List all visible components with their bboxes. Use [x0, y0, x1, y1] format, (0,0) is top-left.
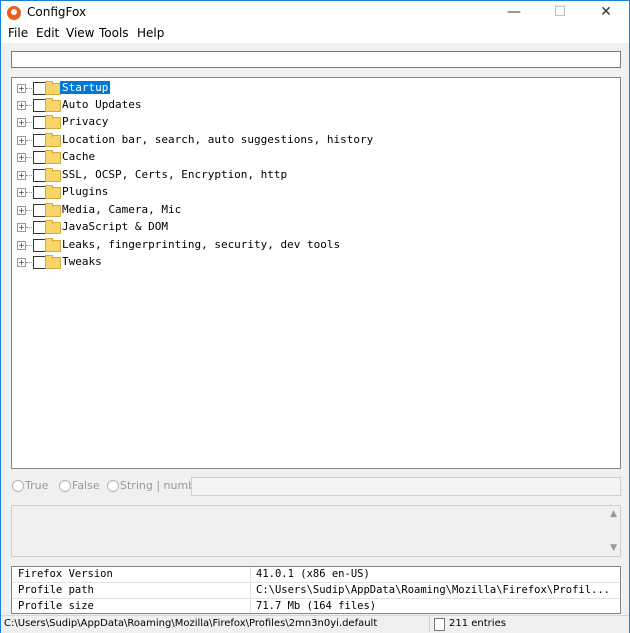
expand-icon[interactable]: + — [17, 84, 26, 93]
info-key: Profile path — [18, 584, 94, 596]
info-row: Profile size 71.7 Mb (164 files) — [12, 599, 620, 613]
maximize-button[interactable]: ☐ — [537, 1, 583, 25]
folder-icon — [45, 185, 61, 199]
expand-icon[interactable]: + — [17, 223, 26, 232]
radio-true[interactable] — [12, 480, 24, 492]
tree-item-label[interactable]: Media, Camera, Mic — [60, 203, 183, 216]
info-key: Firefox Version — [18, 568, 113, 580]
expand-icon[interactable]: + — [17, 171, 26, 180]
menu-edit[interactable]: Edit — [36, 26, 59, 40]
status-separator — [429, 617, 430, 631]
info-value: 71.7 Mb (164 files) — [256, 600, 377, 612]
scroll-up-icon[interactable]: ▲ — [610, 509, 617, 519]
tree-item-label[interactable]: JavaScript & DOM — [60, 220, 170, 233]
info-key: Profile size — [18, 600, 94, 612]
info-row: Profile path C:\Users\Sudip\AppData\Roam… — [12, 583, 620, 599]
minimize-button[interactable]: — — [491, 1, 537, 25]
status-bar: C:\Users\Sudip\AppData\Roaming\Mozilla\F… — [1, 615, 629, 633]
menu-help[interactable]: Help — [137, 26, 164, 40]
folder-icon — [45, 220, 61, 234]
folder-icon — [45, 81, 61, 95]
tree-item-label[interactable]: Plugins — [60, 185, 110, 198]
status-entries: 211 entries — [449, 618, 506, 629]
folder-icon — [45, 203, 61, 217]
folder-icon — [45, 255, 61, 269]
close-button[interactable]: ✕ — [583, 1, 629, 25]
tree-item-label[interactable]: Location bar, search, auto suggestions, … — [60, 133, 375, 146]
tree-item-label[interactable]: Auto Updates — [60, 98, 143, 111]
menu-tools[interactable]: Tools — [99, 26, 129, 40]
info-table: Firefox Version 41.0.1 (x86 en-US) Profi… — [11, 566, 621, 614]
tree-item-label[interactable]: Leaks, fingerprinting, security, dev too… — [60, 238, 342, 251]
info-row: Firefox Version 41.0.1 (x86 en-US) — [12, 567, 620, 583]
radio-string[interactable] — [107, 480, 119, 492]
menu-file[interactable]: File — [8, 26, 28, 40]
scroll-down-icon[interactable]: ▼ — [610, 543, 617, 553]
menu-view[interactable]: View — [66, 26, 94, 40]
expand-icon[interactable]: + — [17, 241, 26, 250]
expand-icon[interactable]: + — [17, 136, 26, 145]
radio-false[interactable] — [59, 480, 71, 492]
search-input[interactable] — [11, 51, 621, 68]
expand-icon[interactable]: + — [17, 188, 26, 197]
value-editor: True False String | number: — [11, 477, 621, 497]
info-value: 41.0.1 (x86 en-US) — [256, 568, 370, 580]
expand-icon[interactable]: + — [17, 153, 26, 162]
folder-icon — [45, 168, 61, 182]
column-separator — [250, 567, 251, 582]
document-icon — [434, 618, 445, 631]
info-value: C:\Users\Sudip\AppData\Roaming\Mozilla\F… — [256, 584, 611, 596]
settings-tree[interactable]: + Startup + Auto Updates + Privacy + Loc… — [11, 77, 621, 469]
status-profile-path: C:\Users\Sudip\AppData\Roaming\Mozilla\F… — [4, 618, 378, 629]
column-separator — [250, 599, 251, 613]
description-box: ▲ ▼ — [11, 505, 621, 557]
configfox-window: ConfigFox — ☐ ✕ File Edit View Tools Hel… — [0, 0, 630, 633]
folder-icon — [45, 98, 61, 112]
window-title: ConfigFox — [27, 5, 87, 19]
menu-bar: File Edit View Tools Help — [1, 25, 629, 43]
tree-item-label[interactable]: Cache — [60, 150, 97, 163]
value-input[interactable] — [191, 477, 621, 496]
expand-icon[interactable]: + — [17, 101, 26, 110]
folder-icon — [45, 133, 61, 147]
folder-icon — [45, 115, 61, 129]
tree-item-label[interactable]: Tweaks — [60, 255, 104, 268]
tree-item-label[interactable]: Startup — [60, 81, 111, 94]
folder-icon — [45, 150, 61, 164]
firefox-app-icon — [7, 6, 21, 20]
expand-icon[interactable]: + — [17, 118, 26, 127]
expand-icon[interactable]: + — [17, 258, 26, 267]
radio-false-label: False — [72, 479, 100, 492]
title-bar[interactable]: ConfigFox — ☐ ✕ — [1, 1, 629, 25]
column-separator — [250, 583, 251, 598]
radio-true-label: True — [25, 479, 49, 492]
folder-icon — [45, 238, 61, 252]
tree-item-label[interactable]: SSL, OCSP, Certs, Encryption, http — [60, 168, 289, 181]
tree-item-label[interactable]: Privacy — [60, 115, 110, 128]
expand-icon[interactable]: + — [17, 206, 26, 215]
